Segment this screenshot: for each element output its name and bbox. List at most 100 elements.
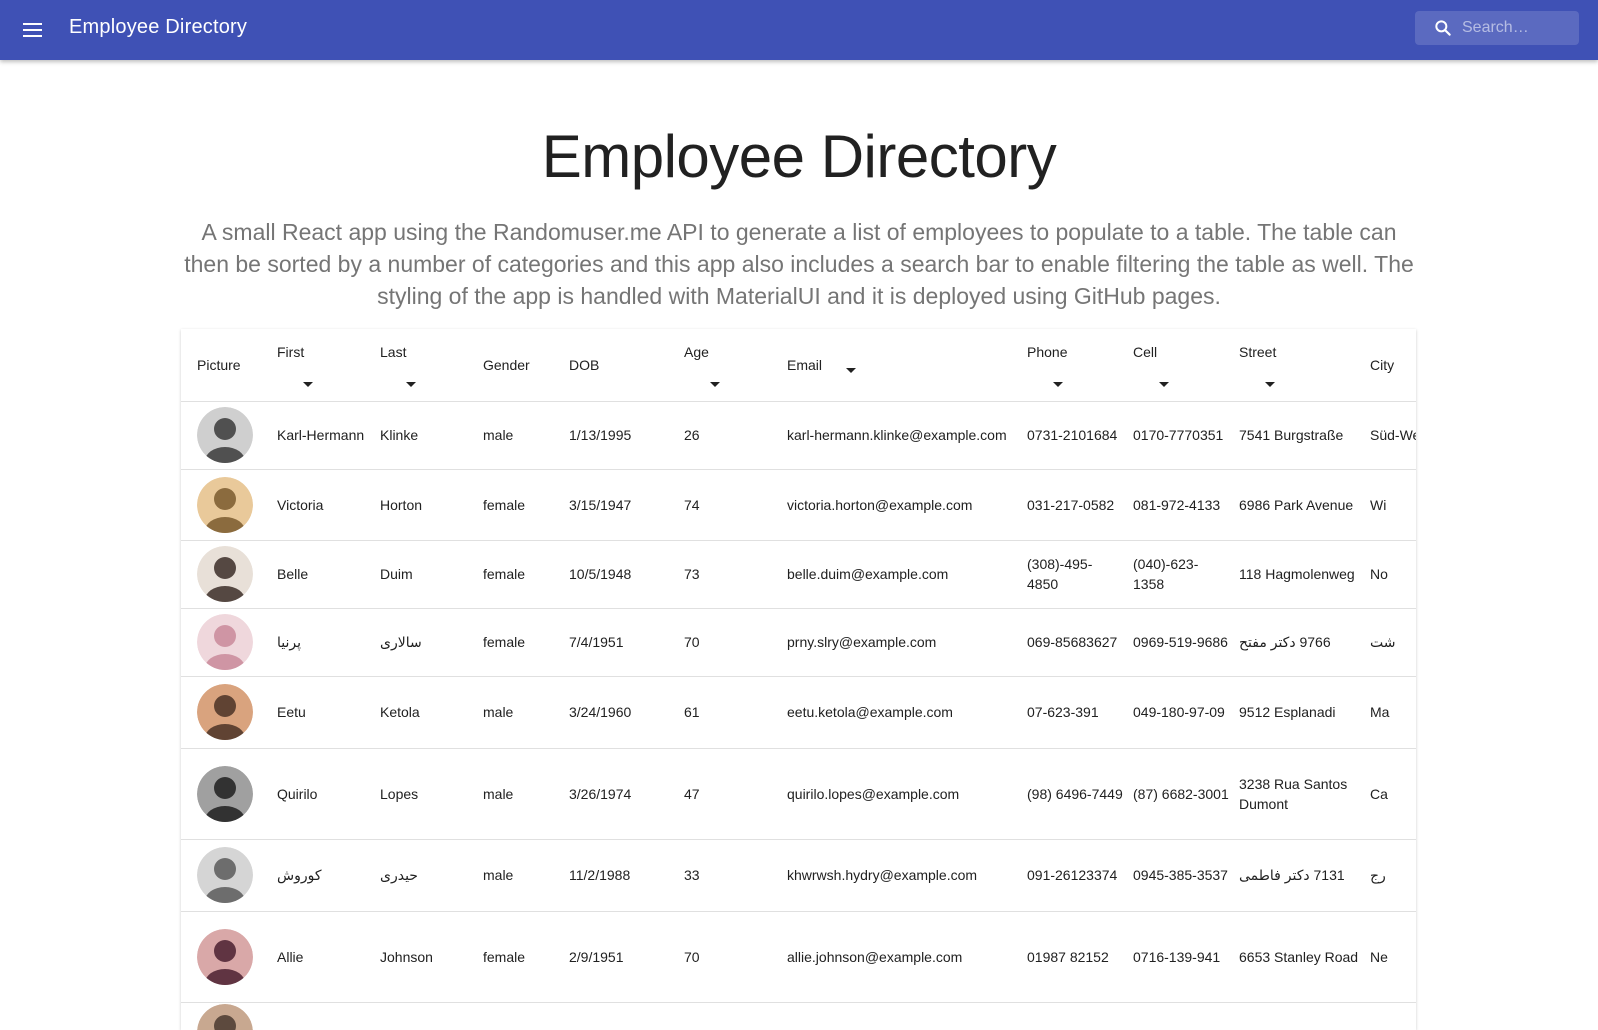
table-cell-street: 9512 Esplanadi bbox=[1239, 676, 1370, 749]
page-title: Employee Directory bbox=[541, 123, 1057, 190]
table-cell-last: Lopes bbox=[380, 748, 483, 840]
table-cell-picture bbox=[181, 748, 277, 840]
table-header-row: Picture First Last Gender DOB Age Email … bbox=[181, 329, 1416, 402]
table-cell-picture bbox=[181, 469, 277, 541]
table-cell-dob: 3/15/1947 bbox=[569, 469, 684, 541]
hamburger-menu-icon[interactable] bbox=[14, 12, 50, 48]
table-cell-picture bbox=[181, 911, 277, 1003]
sort-age-icon[interactable] bbox=[710, 374, 724, 387]
table-cell-street bbox=[1239, 1002, 1370, 1030]
table-cell-cell bbox=[1133, 1002, 1239, 1030]
column-header-street: Street bbox=[1239, 329, 1370, 402]
table-cell-cell: 0945-385-3537 bbox=[1133, 839, 1239, 912]
table-cell-age: 26 bbox=[684, 401, 787, 470]
sort-email-icon[interactable] bbox=[845, 360, 860, 374]
column-header-gender: Gender bbox=[483, 329, 569, 402]
table-cell-first: Karl-Hermann bbox=[277, 401, 380, 470]
table-cell-age: 70 bbox=[684, 911, 787, 1003]
column-label: Age bbox=[684, 343, 709, 360]
sort-last-icon[interactable] bbox=[406, 374, 420, 387]
column-label: First bbox=[277, 343, 305, 360]
table-cell-phone bbox=[1027, 1002, 1133, 1030]
table-cell-email: belle.duim@example.com bbox=[787, 540, 1027, 609]
table-row: Victoria Horton female 3/15/1947 74 victoria.… bbox=[181, 469, 1416, 541]
column-header-cell: Cell bbox=[1133, 329, 1239, 402]
table-cell-dob: 11/2/1988 bbox=[569, 839, 684, 912]
column-label: Picture bbox=[197, 356, 241, 373]
avatar bbox=[197, 684, 253, 740]
sort-first-icon[interactable] bbox=[303, 374, 317, 387]
table-cell-cell: 0716-139-941 bbox=[1133, 911, 1239, 1003]
table-cell-phone: 01987 82152 bbox=[1027, 911, 1133, 1003]
table-cell-dob: 1/13/1995 bbox=[569, 401, 684, 470]
table-row: Belle Duim female 10/5/1948 73 belle.duim@exa… bbox=[181, 540, 1416, 609]
table-cell-gender: female bbox=[483, 911, 569, 1003]
table-row bbox=[181, 1002, 1416, 1030]
table-cell-gender: male bbox=[483, 676, 569, 749]
table-cell-phone: 07-623-391 bbox=[1027, 676, 1133, 749]
table-cell-last bbox=[380, 1002, 483, 1030]
table-cell-last: Ketola bbox=[380, 676, 483, 749]
table-row: پرنیا سالاری female 7/4/1951 70 prny.slry@exa… bbox=[181, 608, 1416, 677]
table-cell-first: کوروش bbox=[277, 839, 380, 912]
table-cell-phone: (308)-495-4850 bbox=[1027, 540, 1133, 609]
sort-cell-icon[interactable] bbox=[1159, 374, 1173, 387]
table-cell-street: 9766 دکتر مفتح bbox=[1239, 608, 1370, 677]
column-label: Email bbox=[787, 356, 823, 373]
table-cell-first: Eetu bbox=[277, 676, 380, 749]
table-cell-email: eetu.ketola@example.com bbox=[787, 676, 1027, 749]
column-header-email: Email bbox=[787, 329, 1027, 402]
table-cell-street: 3238 Rua Santos Dumont bbox=[1239, 748, 1370, 840]
table-row: کوروش حیدری male 11/2/1988 33 khwrwsh.hydry@e… bbox=[181, 839, 1416, 912]
table-cell-picture bbox=[181, 1002, 277, 1030]
table-cell-city: شت bbox=[1370, 608, 1416, 677]
table-cell-city: Süd-West bbox=[1370, 401, 1416, 470]
search-input[interactable] bbox=[1462, 11, 1574, 45]
table-cell-age: 47 bbox=[684, 748, 787, 840]
app-bar: Employee Directory bbox=[0, 0, 1598, 60]
column-header-phone: Phone bbox=[1027, 329, 1133, 402]
table-cell-last: Johnson bbox=[380, 911, 483, 1003]
table-cell-email: victoria.horton@example.com bbox=[787, 469, 1027, 541]
table-cell-city bbox=[1370, 1002, 1416, 1030]
table-cell-picture bbox=[181, 839, 277, 912]
column-label: Phone bbox=[1027, 343, 1068, 360]
avatar bbox=[197, 476, 253, 533]
table-cell-city: Ma bbox=[1370, 676, 1416, 749]
column-header-picture: Picture bbox=[181, 329, 277, 402]
table-cell-age bbox=[684, 1002, 787, 1030]
table-cell-age: 73 bbox=[684, 540, 787, 609]
table-cell-age: 61 bbox=[684, 676, 787, 749]
avatar bbox=[197, 928, 253, 985]
column-label: Cell bbox=[1133, 343, 1158, 360]
table-cell-age: 33 bbox=[684, 839, 787, 912]
table-cell-gender: female bbox=[483, 469, 569, 541]
table-cell-picture bbox=[181, 676, 277, 749]
table-cell-dob: 2/9/1951 bbox=[569, 911, 684, 1003]
table-body: Karl-Hermann Klinke male 1/13/1995 26 karl-he… bbox=[181, 401, 1416, 1030]
table-cell-street: 6653 Stanley Road bbox=[1239, 911, 1370, 1003]
table-cell-street: 118 Hagmolenweg bbox=[1239, 540, 1370, 609]
avatar bbox=[197, 546, 253, 602]
table-cell-gender: male bbox=[483, 839, 569, 912]
table-cell-first: Quirilo bbox=[277, 748, 380, 840]
table-cell-phone: (98) 6496-7449 bbox=[1027, 748, 1133, 840]
column-label: DOB bbox=[569, 356, 600, 373]
table-cell-cell: 0969-519-9686 bbox=[1133, 608, 1239, 677]
table-cell-gender: male bbox=[483, 401, 569, 470]
table-cell-email: prny.slry@example.com bbox=[787, 608, 1027, 677]
table-cell-picture bbox=[181, 401, 277, 470]
column-header-city: City bbox=[1370, 329, 1416, 402]
sort-street-icon[interactable] bbox=[1265, 374, 1279, 387]
table-cell-email: karl-hermann.klinke@example.com bbox=[787, 401, 1027, 470]
table-cell-email bbox=[787, 1002, 1027, 1030]
sort-phone-icon[interactable] bbox=[1053, 374, 1067, 387]
page-description: A small React app using the Randomuser.m… bbox=[184, 219, 1414, 309]
table-cell-picture bbox=[181, 608, 277, 677]
table-cell-email: quirilo.lopes@example.com bbox=[787, 748, 1027, 840]
table-cell-last: Duim bbox=[380, 540, 483, 609]
search-bar[interactable] bbox=[1415, 11, 1579, 45]
table-cell-cell: 081-972-4133 bbox=[1133, 469, 1239, 541]
avatar bbox=[197, 1004, 253, 1030]
table-row: Quirilo Lopes male 3/26/1974 47 quirilo.lopes… bbox=[181, 748, 1416, 840]
